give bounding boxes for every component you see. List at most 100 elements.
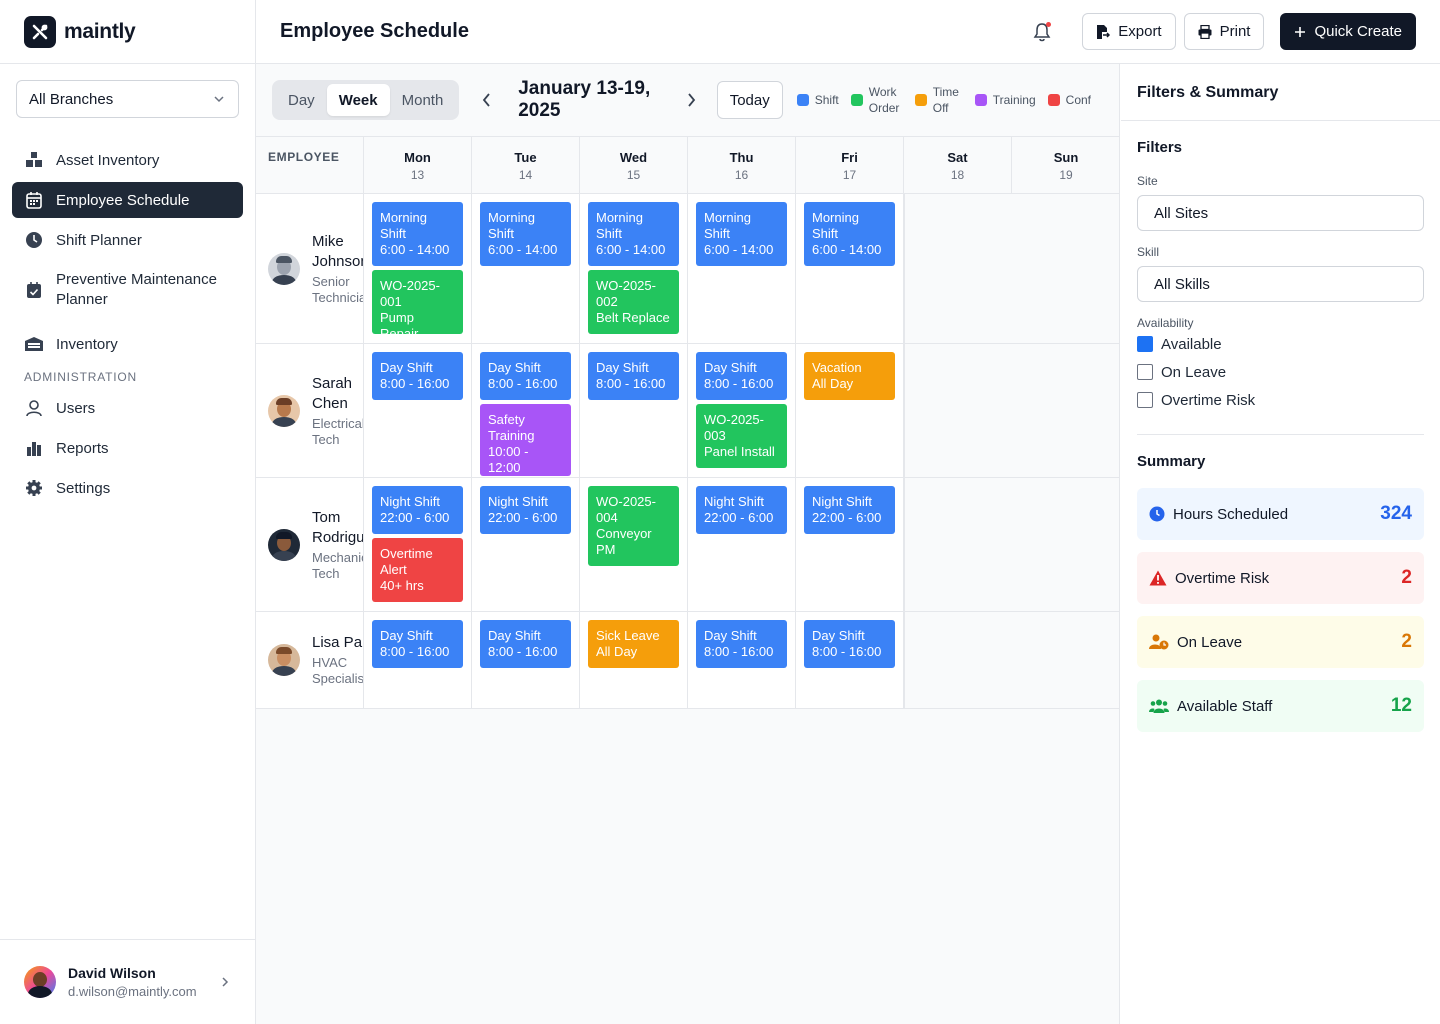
schedule-event-shift[interactable]: Morning Shift 6:00 - 14:00 <box>804 202 895 266</box>
schedule-event-shift[interactable]: Day Shift 8:00 - 16:00 <box>372 352 463 400</box>
schedule-event-shift[interactable]: Morning Shift 6:00 - 14:00 <box>696 202 787 266</box>
export-button[interactable]: Export <box>1082 13 1176 50</box>
availability-option[interactable]: On Leave <box>1137 358 1424 386</box>
schedule-event-wo[interactable]: WO-2025-001 Pump Repair <box>372 270 463 334</box>
day-cell[interactable]: Night Shift 22:00 - 6:00 <box>796 478 904 611</box>
schedule-event-shift[interactable]: Day Shift 8:00 - 16:00 <box>588 352 679 400</box>
day-cell[interactable]: Night Shift 22:00 - 6:00 <box>688 478 796 611</box>
day-cell[interactable]: Day Shift 8:00 - 16:00 <box>688 612 796 708</box>
brand[interactable]: maintly <box>0 0 255 64</box>
employee-name: Lisa Park <box>312 634 363 651</box>
availability-option[interactable]: Overtime Risk <box>1137 386 1424 414</box>
summary-card-available-staff[interactable]: Available Staff 12 <box>1137 680 1424 732</box>
day-cell[interactable]: Morning Shift 6:00 - 14:00 WO-2025-001 Pump… <box>364 194 472 343</box>
warning-icon <box>1149 570 1167 586</box>
next-week-button[interactable] <box>682 88 701 112</box>
user-clock-icon <box>1149 634 1169 650</box>
nav-item-employee-schedule[interactable]: Employee Schedule <box>12 182 243 218</box>
user-panel[interactable]: David Wilson d.wilson@maintly.com <box>0 939 255 1024</box>
schedule-event-shift[interactable]: Night Shift 22:00 - 6:00 <box>372 486 463 534</box>
schedule-event-off[interactable]: Sick Leave All Day <box>588 620 679 668</box>
schedule-event-shift[interactable]: Day Shift 8:00 - 16:00 <box>372 620 463 668</box>
employee-cell[interactable]: Tom RodriguezMechanical Tech <box>256 478 364 611</box>
schedule-event-shift[interactable]: Morning Shift 6:00 - 14:00 <box>372 202 463 266</box>
employee-cell[interactable]: Sarah Chen Electrical Tech <box>256 344 364 477</box>
schedule-event-shift[interactable]: Day Shift 8:00 - 16:00 <box>696 620 787 668</box>
schedule-event-shift[interactable]: Morning Shift 6:00 - 14:00 <box>588 202 679 266</box>
summary-card-overtime-risk[interactable]: Overtime Risk 2 <box>1137 552 1424 604</box>
employee-cell[interactable]: Mike JohnsonSenior Technician <box>256 194 364 343</box>
day-cell[interactable] <box>1012 478 1119 611</box>
day-cell[interactable] <box>904 194 1012 343</box>
checkbox[interactable] <box>1137 392 1153 408</box>
view-week-button[interactable]: Week <box>326 84 390 116</box>
legend-swatch <box>1047 94 1060 106</box>
schedule-event-wo[interactable]: WO-2025-004 Conveyor PM <box>588 486 679 566</box>
skill-select[interactable]: All Skills <box>1137 266 1424 302</box>
nav-item-inventory[interactable]: Inventory <box>12 326 243 362</box>
nav-item-asset-inventory[interactable]: Asset Inventory <box>12 142 243 178</box>
schedule-event-shift[interactable]: Night Shift 22:00 - 6:00 <box>804 486 895 534</box>
schedule-event-shift[interactable]: Day Shift 8:00 - 16:00 <box>696 352 787 400</box>
view-month-button[interactable]: Month <box>390 84 456 116</box>
nav-item-shift-planner[interactable]: Shift Planner <box>12 222 243 258</box>
site-select[interactable]: All Sites <box>1137 195 1424 231</box>
previous-week-button[interactable] <box>477 88 496 112</box>
checkbox[interactable] <box>1137 364 1153 380</box>
nav-item-reports[interactable]: Reports <box>12 430 243 466</box>
day-cell[interactable]: Day Shift 8:00 - 16:00 <box>580 344 688 477</box>
quick-create-button[interactable]: Quick Create <box>1280 13 1416 50</box>
day-cell[interactable] <box>1012 194 1119 343</box>
day-cell[interactable]: Vacation All Day <box>796 344 904 477</box>
schedule-event-shift[interactable]: Night Shift 22:00 - 6:00 <box>696 486 787 534</box>
today-button[interactable]: Today <box>716 81 783 119</box>
nav-item-preventive-maintenance-planner[interactable]: Preventive Maintenance Planner <box>12 266 243 314</box>
day-cell[interactable] <box>1012 344 1119 477</box>
day-cell[interactable]: Morning Shift 6:00 - 14:00 WO-2025-002 Belt… <box>580 194 688 343</box>
schedule-event-shift[interactable]: Day Shift 8:00 - 16:00 <box>480 620 571 668</box>
quick-create-label: Quick Create <box>1314 23 1402 40</box>
schedule-event-off[interactable]: Vacation All Day <box>804 352 895 400</box>
schedule-event-shift[interactable]: Night Shift 22:00 - 6:00 <box>480 486 571 534</box>
day-cell[interactable]: Night Shift 22:00 - 6:00 <box>472 478 580 611</box>
view-day-button[interactable]: Day <box>276 84 327 116</box>
schedule-event-shift[interactable]: Day Shift 8:00 - 16:00 <box>804 620 895 668</box>
schedule-event-wo[interactable]: WO-2025-002 Belt Replace <box>588 270 679 334</box>
availability-option[interactable]: Available <box>1137 330 1424 358</box>
day-cell[interactable] <box>904 612 1012 708</box>
schedule-event-shift[interactable]: Day Shift 8:00 - 16:00 <box>480 352 571 400</box>
day-cell[interactable]: Sick Leave All Day <box>580 612 688 708</box>
employee-cell[interactable]: Lisa Park HVAC Specialist <box>256 612 364 708</box>
day-cell[interactable]: Day Shift 8:00 - 16:00 <box>796 612 904 708</box>
avatar <box>268 394 300 427</box>
schedule-event-shift[interactable]: Morning Shift 6:00 - 14:00 <box>480 202 571 266</box>
user-email: d.wilson@maintly.com <box>68 984 197 999</box>
summary-card-hours-scheduled[interactable]: Hours Scheduled 324 <box>1137 488 1424 540</box>
checkbox[interactable] <box>1137 336 1153 352</box>
print-button[interactable]: Print <box>1183 13 1265 50</box>
day-cell[interactable]: Morning Shift 6:00 - 14:00 <box>796 194 904 343</box>
top-header: Employee Schedule Export Print Quick Cre… <box>256 0 1440 64</box>
schedule-event-wo[interactable]: WO-2025-003 Panel Install <box>696 404 787 468</box>
day-cell[interactable] <box>904 478 1012 611</box>
day-cell[interactable]: Day Shift 8:00 - 16:00 Safety Training 10:0… <box>472 344 580 477</box>
day-cell[interactable]: Day Shift 8:00 - 16:00 WO-2025-003 Panel In… <box>688 344 796 477</box>
day-cell[interactable]: Morning Shift 6:00 - 14:00 <box>688 194 796 343</box>
day-cell[interactable] <box>904 344 1012 477</box>
day-cell[interactable]: Day Shift 8:00 - 16:00 <box>364 612 472 708</box>
day-cell[interactable]: Day Shift 8:00 - 16:00 <box>364 344 472 477</box>
day-cell[interactable]: WO-2025-004 Conveyor PM <box>580 478 688 611</box>
day-cell[interactable] <box>1012 612 1119 708</box>
day-cell[interactable]: Day Shift 8:00 - 16:00 <box>472 612 580 708</box>
schedule-event-alert[interactable]: Overtime Alert 40+ hrs <box>372 538 463 602</box>
notifications-button[interactable] <box>1024 14 1060 50</box>
day-cell[interactable]: Morning Shift 6:00 - 14:00 <box>472 194 580 343</box>
day-cell[interactable]: Night Shift 22:00 - 6:00 Overtime Alert 40+… <box>364 478 472 611</box>
schedule-event-train[interactable]: Safety Training 10:00 - 12:00 <box>480 404 571 476</box>
day-header-sun: Sun 19 <box>1012 137 1119 193</box>
legend-swatch <box>914 94 927 106</box>
nav-item-users[interactable]: Users <box>12 390 243 426</box>
branch-select[interactable]: All Branches <box>16 80 239 118</box>
summary-card-on-leave[interactable]: On Leave 2 <box>1137 616 1424 668</box>
nav-item-settings[interactable]: Settings <box>12 470 243 506</box>
